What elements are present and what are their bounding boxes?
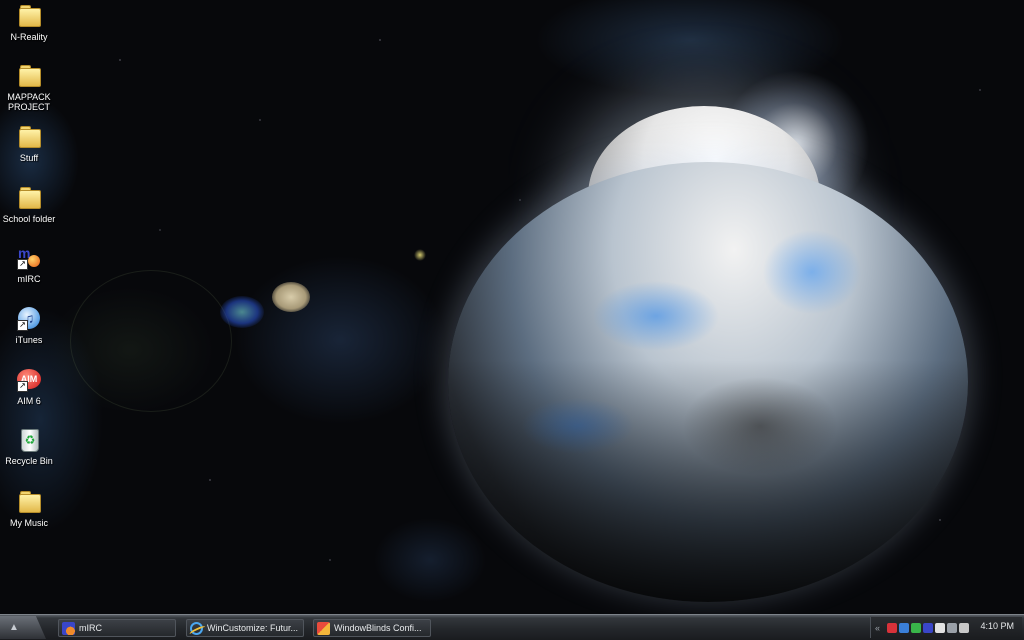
desktop-icon-label: MAPPACK PROJECT <box>7 92 51 112</box>
folder-icon <box>17 64 41 88</box>
system-tray: « 4:10 PM <box>870 617 1022 638</box>
desktop-icon-label: N-Reality <box>10 32 48 42</box>
tray-mirc-icon[interactable] <box>923 622 933 633</box>
wallpaper-lens-flare-dot <box>414 249 426 261</box>
desktop-icon-aim-6[interactable]: AIM ↗ AIM 6 <box>0 368 58 406</box>
windowblinds-icon <box>317 621 330 635</box>
taskbar-button-label: mIRC <box>79 623 102 633</box>
tray-monitor-icon[interactable] <box>959 622 969 633</box>
itunes-icon: ♫ ↗ <box>17 307 41 331</box>
taskbar-button-label: WinCustomize: Futur... <box>207 623 299 633</box>
desktop-icon-n-reality[interactable]: N-Reality <box>0 4 58 42</box>
desktop-icon-label: My Music <box>10 518 48 528</box>
desktop-icon-label: AIM 6 <box>17 396 41 406</box>
tray-aim-icon[interactable] <box>887 622 897 633</box>
desktop-icon-itunes[interactable]: ♫ ↗ iTunes <box>0 307 58 345</box>
desktop-icon-label: iTunes <box>15 335 43 345</box>
desktop-icon-recycle-bin[interactable]: ♻ Recycle Bin <box>0 428 58 466</box>
tray-clock[interactable]: 4:10 PM <box>980 621 1014 631</box>
mirc-icon: m ↗ <box>17 246 41 270</box>
wallpaper-lens-flare-gold <box>272 282 310 312</box>
tray-signal-icon[interactable] <box>911 622 921 633</box>
aim-icon: AIM ↗ <box>17 368 41 392</box>
taskbar-button-windowblinds[interactable]: WindowBlinds Confi... <box>313 619 431 637</box>
tray-antivirus-icon[interactable] <box>935 622 945 633</box>
mirc-icon <box>62 621 75 635</box>
internet-explorer-icon <box>190 621 203 635</box>
tray-speaker-icon[interactable] <box>947 622 957 633</box>
desktop-icon-my-music[interactable]: My Music <box>0 490 58 528</box>
tray-network-icon[interactable] <box>899 622 909 633</box>
taskbar-button-label: WindowBlinds Confi... <box>334 623 422 633</box>
desktop-icon-label: Recycle Bin <box>5 456 53 466</box>
folder-icon <box>17 4 41 28</box>
start-button[interactable]: ▲ <box>0 616 46 639</box>
recycle-bin-icon: ♻ <box>17 428 41 452</box>
shortcut-arrow-icon: ↗ <box>17 320 28 331</box>
desktop[interactable]: N-Reality MAPPACK PROJECT Stuff School f… <box>0 0 1024 640</box>
desktop-icon-mirc[interactable]: m ↗ mIRC <box>0 246 58 284</box>
wallpaper-lens-flare-blue <box>220 296 264 328</box>
desktop-icon-school-folder[interactable]: School folder <box>0 186 58 224</box>
taskbar: ▲ mIRC WinCustomize: Futur... WindowBlin… <box>0 614 1024 640</box>
wallpaper-planet-shadow <box>448 162 968 602</box>
desktop-icon-label: School folder <box>2 214 56 224</box>
folder-icon <box>17 186 41 210</box>
desktop-icon-stuff[interactable]: Stuff <box>0 125 58 163</box>
folder-icon <box>17 490 41 514</box>
desktop-icon-label: mIRC <box>17 274 41 284</box>
wallpaper-lens-ring <box>70 270 232 412</box>
tray-expand-icon[interactable]: « <box>875 623 885 633</box>
shortcut-arrow-icon: ↗ <box>17 381 28 392</box>
taskbar-button-mirc[interactable]: mIRC <box>58 619 176 637</box>
shortcut-arrow-icon: ↗ <box>17 259 28 270</box>
taskbar-button-wincustomize[interactable]: WinCustomize: Futur... <box>186 619 304 637</box>
desktop-icon-mappack-project[interactable]: MAPPACK PROJECT <box>0 64 58 112</box>
folder-icon <box>17 125 41 149</box>
desktop-icon-label: Stuff <box>19 153 39 163</box>
